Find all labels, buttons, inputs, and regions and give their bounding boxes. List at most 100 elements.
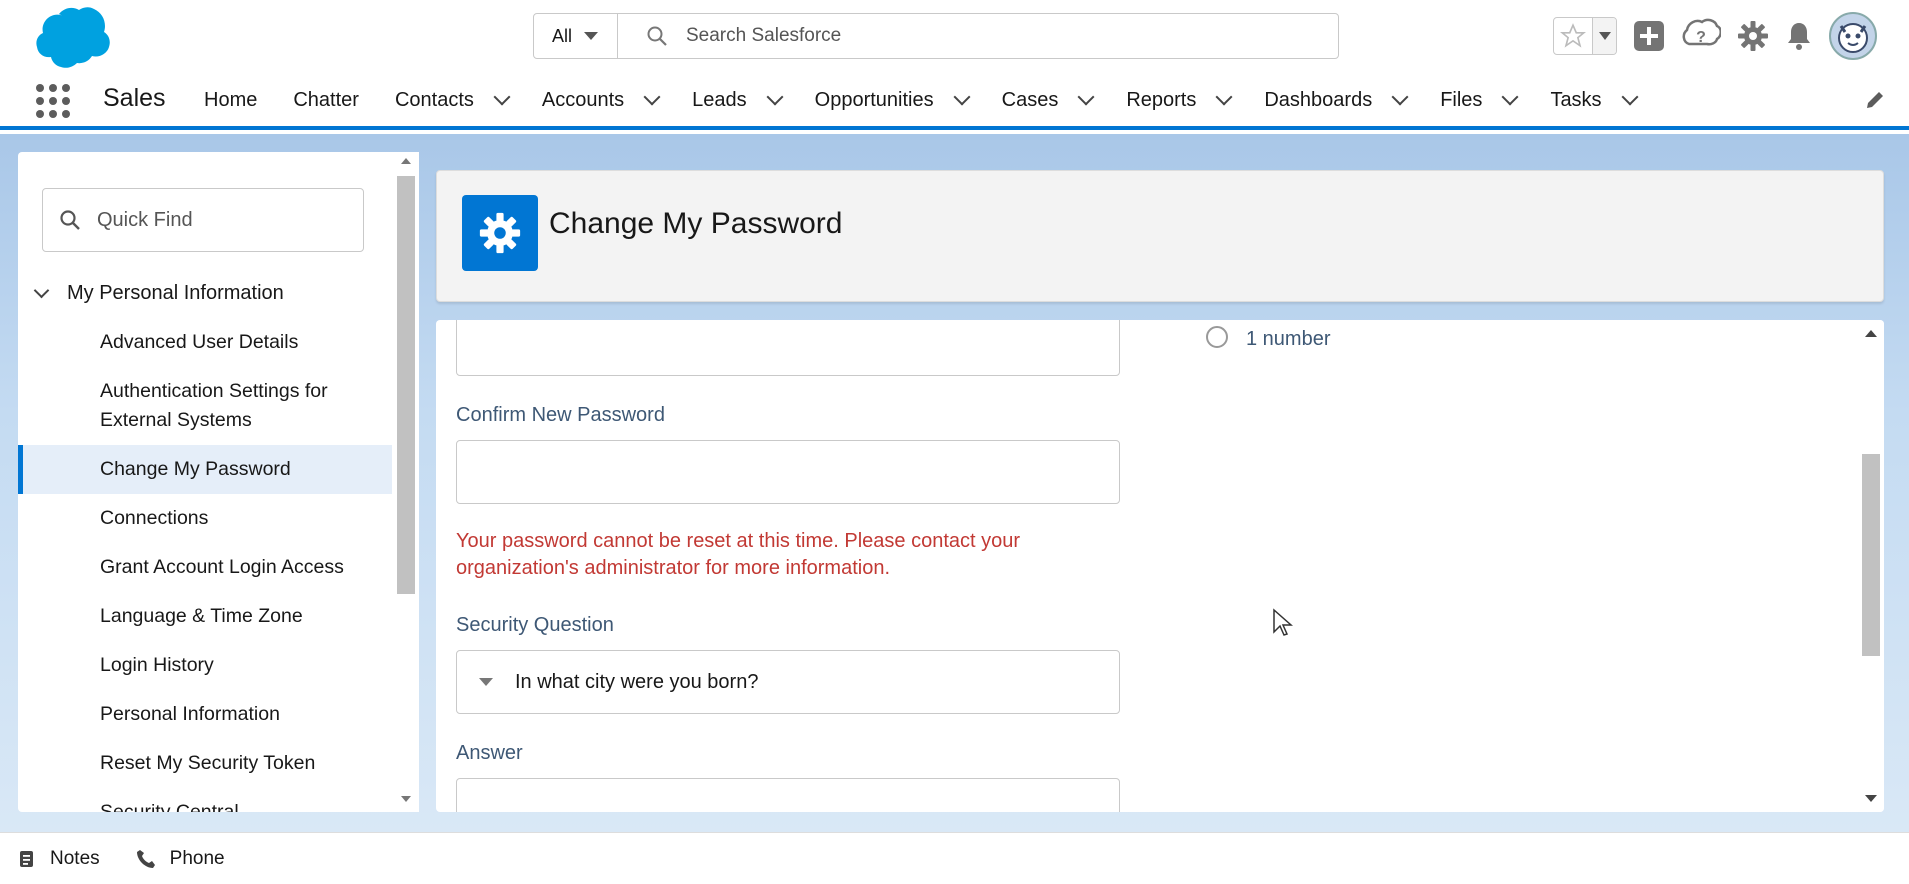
user-avatar[interactable]	[1829, 12, 1877, 60]
new-password-field[interactable]	[456, 320, 1120, 376]
chevron-down-icon[interactable]	[1391, 88, 1409, 106]
header-actions: ?	[1553, 12, 1877, 60]
tree-section-my-personal-information[interactable]: My Personal Information	[32, 282, 284, 305]
waffle-dot	[36, 110, 44, 118]
quick-find[interactable]	[42, 188, 364, 252]
cursor-arrow-icon	[1273, 608, 1293, 636]
chevron-down-icon[interactable]	[953, 88, 971, 106]
nav-tab-label: Home	[204, 88, 258, 111]
change-password-form: Confirm New Password Your password canno…	[436, 320, 1884, 812]
nav-tab-files[interactable]: Files	[1440, 88, 1519, 112]
search-scope-label: All	[552, 25, 573, 46]
chevron-down-icon[interactable]	[1501, 88, 1519, 106]
search-field[interactable]	[618, 14, 1338, 58]
favorite-star-button[interactable]	[1554, 18, 1592, 54]
caret-down-icon	[1598, 32, 1611, 40]
scroll-down-arrow-icon[interactable]	[1865, 795, 1877, 802]
scroll-up-arrow-icon[interactable]	[401, 158, 411, 164]
page-title: Change My Password	[549, 207, 843, 240]
scrollbar-thumb[interactable]	[397, 176, 415, 594]
chevron-down-icon[interactable]	[766, 88, 784, 106]
chevron-down-icon[interactable]	[1077, 88, 1095, 106]
sidebar-item-grant-account-login-access[interactable]: Grant Account Login Access	[18, 543, 392, 592]
global-header: All Search Salesforce ?	[0, 0, 1909, 70]
notifications-button[interactable]	[1785, 21, 1813, 51]
sidebar-item-personal-information[interactable]: Personal Information	[18, 690, 392, 739]
nav-tab-leads[interactable]: Leads	[692, 88, 784, 112]
global-search: All	[533, 13, 1339, 59]
security-question-value: In what city were you born?	[515, 670, 759, 693]
sidebar-item-language-time-zone[interactable]: Language & Time Zone	[18, 592, 392, 641]
sidebar-scrollbar[interactable]	[393, 152, 419, 812]
nav-tab-label: Chatter	[293, 88, 359, 111]
nav-tab-label: Reports	[1126, 88, 1197, 111]
page-header-icon	[462, 195, 538, 271]
edit-nav-button[interactable]	[1865, 90, 1885, 115]
nav-tab-cases[interactable]: Cases	[1002, 88, 1095, 112]
scroll-up-arrow-icon[interactable]	[1865, 330, 1877, 337]
scroll-down-arrow-icon[interactable]	[401, 796, 411, 802]
utility-phone[interactable]: Phone	[136, 848, 225, 870]
nav-tab-opportunities[interactable]: Opportunities	[814, 88, 971, 112]
favorites-dropdown-button[interactable]	[1592, 18, 1616, 54]
chevron-down-icon[interactable]	[643, 88, 661, 106]
sidebar-item-authentication-settings-for-external-systems[interactable]: Authentication Settings for External Sys…	[18, 367, 392, 445]
search-scope-dropdown[interactable]: All	[534, 14, 618, 58]
app-launcher-button[interactable]	[36, 84, 70, 118]
sidebar-item-security-central[interactable]: Security Central	[18, 788, 392, 812]
navigation-bar: Sales Home Chatter Contacts Accounts Leads Op…	[0, 70, 1909, 130]
form-scrollbar[interactable]	[1858, 320, 1884, 812]
salesforce-logo[interactable]	[22, 6, 112, 68]
nav-tab-dashboards[interactable]: Dashboards	[1264, 88, 1409, 112]
sidebar-item-change-my-password[interactable]: Change My Password	[18, 445, 392, 494]
sidebar-item-advanced-user-details[interactable]: Advanced User Details	[18, 318, 392, 367]
answer-field[interactable]	[456, 778, 1120, 812]
scrollbar-thumb[interactable]	[1862, 454, 1880, 656]
nav-tab-label: Files	[1440, 88, 1483, 111]
gear-icon	[1738, 21, 1768, 51]
search-input[interactable]	[686, 25, 1286, 47]
tree-list: Advanced User Details Authentication Sett…	[18, 318, 392, 812]
confirm-password-field[interactable]	[456, 440, 1120, 504]
help-button[interactable]: ?	[1681, 18, 1721, 54]
search-icon	[647, 26, 667, 46]
sidebar-item-login-history[interactable]: Login History	[18, 641, 392, 690]
utility-notes[interactable]: Notes	[18, 848, 100, 870]
chevron-down-icon	[33, 282, 50, 299]
waffle-dot	[62, 110, 70, 118]
sidebar-item-connections[interactable]: Connections	[18, 494, 392, 543]
nav-tab-accounts[interactable]: Accounts	[541, 88, 661, 112]
nav-tab-label: Accounts	[541, 88, 625, 111]
nav-tab-tasks[interactable]: Tasks	[1550, 88, 1639, 112]
page-header: Change My Password	[436, 170, 1884, 302]
nav-tab-contacts[interactable]: Contacts	[394, 88, 511, 112]
help-icon: ?	[1682, 18, 1721, 46]
error-message: Your password cannot be reset at this ti…	[456, 530, 1021, 579]
nav-tab-home[interactable]: Home	[204, 89, 257, 112]
waffle-dot	[49, 84, 57, 92]
gear-icon	[479, 212, 521, 254]
waffle-dot	[49, 97, 57, 105]
security-question-select[interactable]: In what city were you born?	[456, 650, 1120, 714]
chevron-down-icon[interactable]	[1215, 88, 1233, 106]
nav-tab-chatter[interactable]: Chatter	[293, 89, 359, 112]
nav-tab-label: Opportunities	[814, 88, 934, 111]
answer-label: Answer	[456, 742, 523, 764]
tree-section-label: My Personal Information	[67, 282, 284, 304]
security-question-label: Security Question	[456, 614, 614, 636]
sidebar-item-reset-my-security-token[interactable]: Reset My Security Token	[18, 739, 392, 788]
nav-tab-label: Dashboards	[1264, 88, 1373, 111]
setup-button[interactable]	[1737, 20, 1769, 52]
global-actions-button[interactable]	[1633, 20, 1665, 52]
requirement-text: 1 number	[1246, 328, 1331, 350]
chevron-down-icon[interactable]	[1621, 88, 1639, 106]
nav-tab-reports[interactable]: Reports	[1126, 88, 1233, 112]
nav-items: Home Chatter Contacts Accounts Leads Opportun…	[204, 70, 1670, 130]
nav-tab-label: Leads	[692, 88, 747, 111]
nav-tab-label: Contacts	[394, 88, 474, 111]
bell-icon	[1788, 23, 1810, 50]
chevron-down-icon[interactable]	[493, 88, 511, 106]
requirement-unmet-circle-icon	[1206, 325, 1228, 348]
quick-find-input[interactable]	[97, 208, 337, 232]
setup-sidebar: My Personal Information Advanced User De…	[18, 152, 419, 812]
